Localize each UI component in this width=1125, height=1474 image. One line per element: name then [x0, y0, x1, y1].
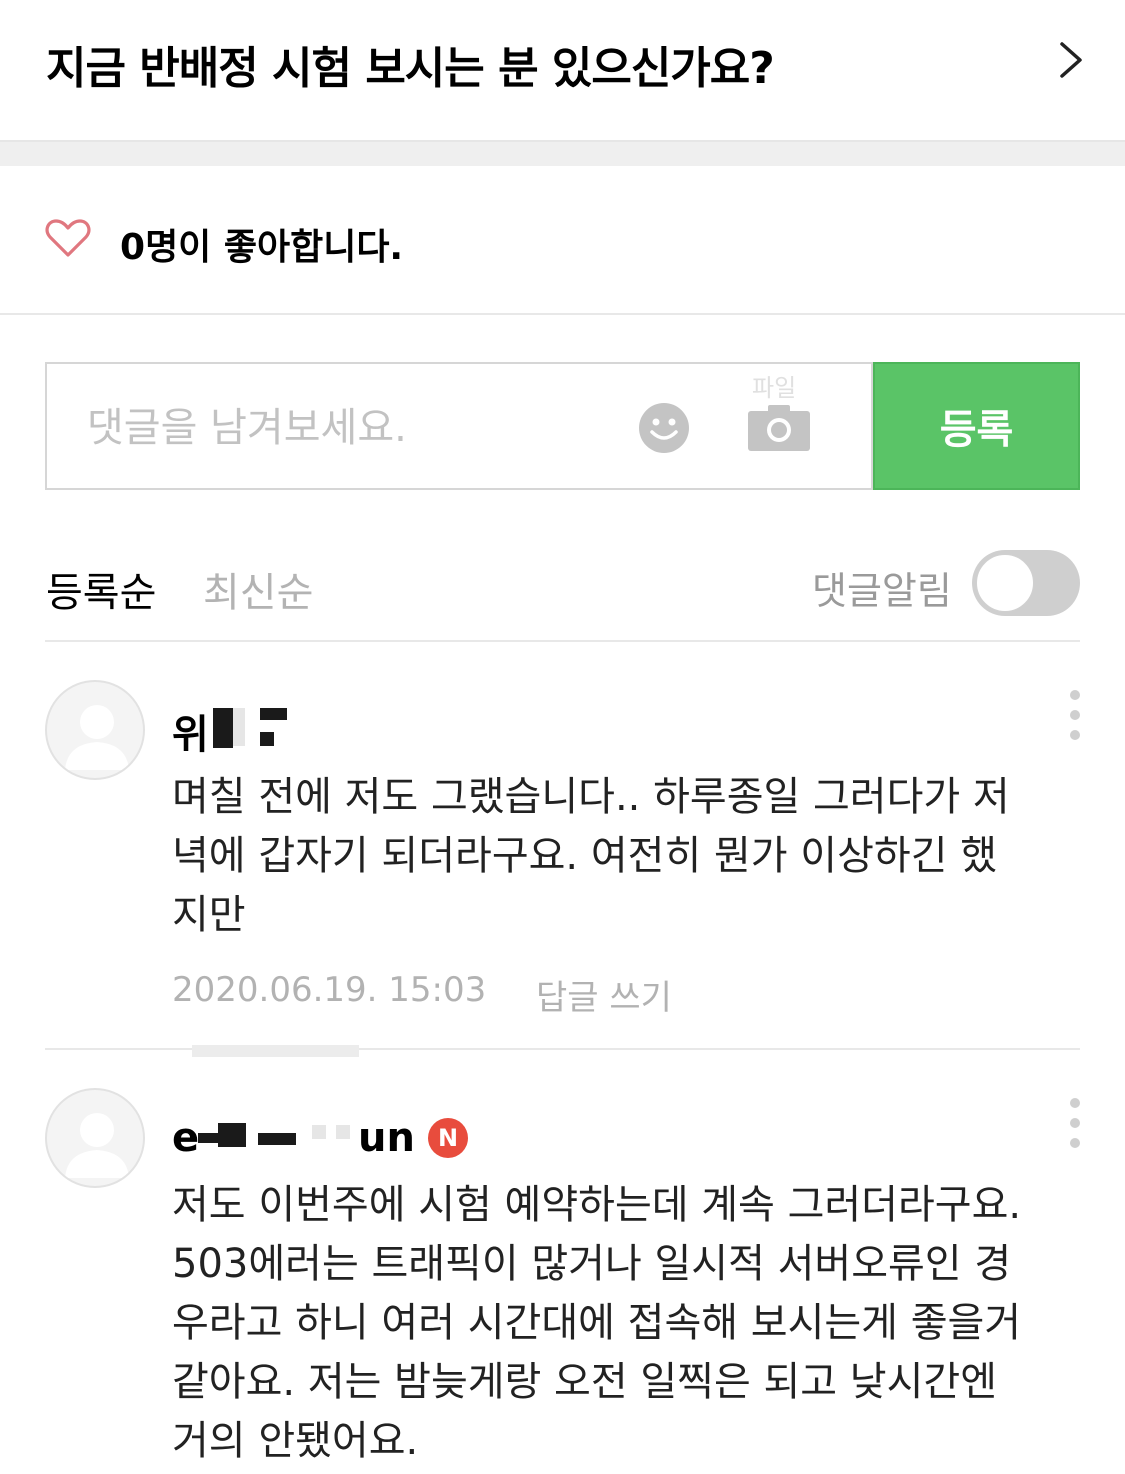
default-user-icon: [65, 1113, 129, 1178]
comment-date: 2020.06.19. 15:03: [172, 970, 487, 1010]
comment-author-prefix[interactable]: e: [172, 1115, 199, 1161]
avatar[interactable]: [45, 1088, 145, 1188]
redacted-name: [233, 708, 245, 746]
divider: [0, 313, 1125, 315]
redacted-name: [336, 1125, 350, 1139]
redacted-name: [258, 1133, 296, 1145]
camera-icon[interactable]: [748, 403, 810, 451]
new-badge: N: [428, 1118, 468, 1158]
sort-option-latest[interactable]: 최신순: [203, 560, 313, 618]
likes-summary: 0명이 좋아합니다.: [120, 218, 403, 270]
heart-outline-icon[interactable]: [45, 218, 91, 258]
chevron-right-icon[interactable]: [1050, 40, 1090, 80]
redacted-name: [312, 1125, 326, 1139]
redacted-name: [260, 732, 274, 746]
comment-notify-toggle[interactable]: [972, 550, 1080, 616]
comment-author[interactable]: 위: [172, 702, 209, 760]
post-title: 지금 반배정 시험 보시는 분 있으신가요?: [46, 43, 775, 94]
smiley-icon[interactable]: [638, 402, 690, 454]
avatar[interactable]: [45, 680, 145, 780]
more-options-icon[interactable]: [1069, 690, 1081, 740]
reply-link[interactable]: 답글 쓰기: [536, 970, 672, 1019]
post-header[interactable]: 지금 반배정 시험 보시는 분 있으신가요?: [0, 0, 1125, 140]
comment-body: 며칠 전에 저도 그랬습니다.. 하루종일 그러다가 저녁에 갑자기 되더라구요…: [172, 774, 1010, 938]
redacted-name: [260, 708, 287, 720]
divider: [45, 640, 1080, 642]
toggle-knob: [976, 554, 1034, 612]
section-divider: [0, 140, 1125, 166]
likes-count: 0: [120, 227, 146, 268]
comment-body: 저도 이번주에 시험 예약하는데 계속 그러더라구요. 503에러는 트래픽이 …: [172, 1182, 1022, 1464]
more-options-icon[interactable]: [1069, 1098, 1081, 1148]
redacted-name: [213, 708, 233, 748]
default-user-icon: [65, 705, 129, 770]
likes-label: 명이 좋아합니다.: [145, 227, 404, 268]
sort-option-registered[interactable]: 등록순: [46, 560, 156, 618]
comment-author-suffix[interactable]: un: [358, 1115, 415, 1161]
comment-input[interactable]: [85, 394, 609, 462]
author-name-visible: 위: [172, 712, 209, 758]
submit-button[interactable]: 등록: [873, 362, 1080, 490]
redacted-name: [218, 1123, 246, 1147]
redacted-name: [198, 1133, 218, 1143]
camera-hint-text: 파일: [752, 374, 797, 402]
redacted-block: [192, 1045, 359, 1057]
comment-notify-label: 댓글알림: [812, 569, 952, 613]
